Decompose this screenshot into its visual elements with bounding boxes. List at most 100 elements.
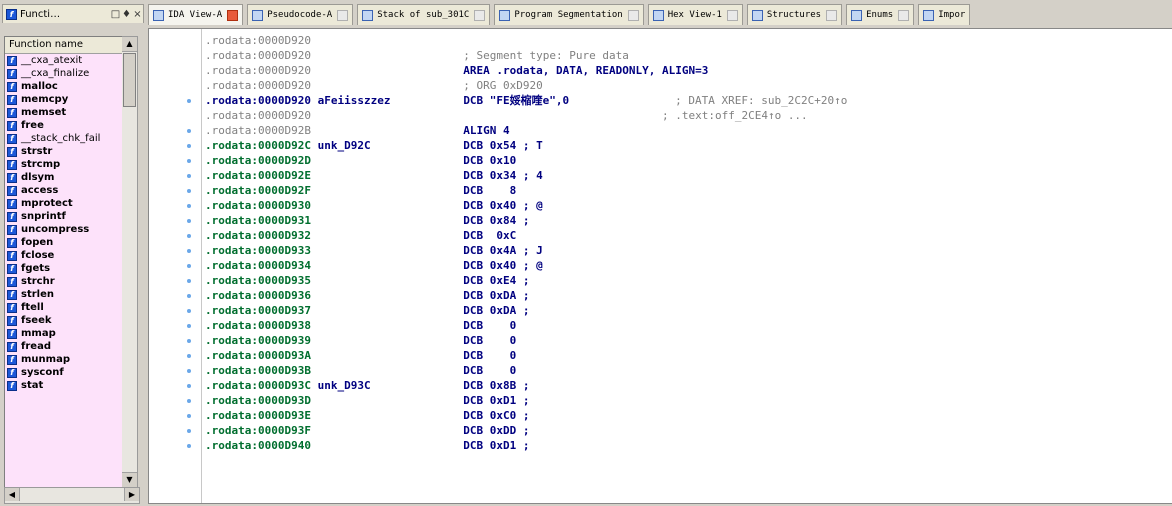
function-name: malloc bbox=[21, 81, 58, 92]
function-list-item[interactable]: f fread bbox=[5, 340, 123, 353]
function-list-item[interactable]: f stat bbox=[5, 379, 123, 392]
tab-close-icon[interactable] bbox=[337, 9, 349, 21]
function-list-item[interactable]: f snprintf bbox=[5, 210, 123, 223]
tab-hex-view-1[interactable]: Hex View-1 bbox=[647, 4, 743, 25]
function-list-item[interactable]: f mmap bbox=[5, 327, 123, 340]
ida-view-disassembly[interactable]: .rodata:0000D920 .rodata:0000D920 ; Segm… bbox=[148, 28, 1172, 504]
function-list-item[interactable]: f fclose bbox=[5, 249, 123, 262]
function-list-item[interactable]: f sysconf bbox=[5, 366, 123, 379]
function-icon: f bbox=[7, 146, 17, 157]
disasm-line[interactable]: .rodata:0000D939 DCB 0 bbox=[205, 333, 847, 348]
disasm-line[interactable]: .rodata:0000D936 DCB 0xDA ; bbox=[205, 288, 847, 303]
tab-close-icon[interactable] bbox=[826, 9, 838, 21]
xref-comment[interactable]: ; .text:off_2CE4↑o ... bbox=[662, 109, 808, 122]
tab-close-icon[interactable] bbox=[898, 9, 910, 21]
disasm-line[interactable]: .rodata:0000D932 DCB 0xC bbox=[205, 228, 847, 243]
tab-pseudocode-a[interactable]: Pseudocode-A bbox=[247, 4, 354, 25]
function-list-item[interactable]: f __stack_chk_fail bbox=[5, 132, 123, 145]
function-list-item[interactable]: f free bbox=[5, 119, 123, 132]
tab-program-segmentation[interactable]: Program Segmentation bbox=[494, 4, 644, 25]
address: .rodata:0000D920 bbox=[205, 49, 311, 62]
tab-structures[interactable]: Structures bbox=[746, 4, 843, 25]
instruction: AREA .rodata, DATA, READONLY, ALIGN=3 bbox=[463, 64, 709, 77]
tab-label: Structures bbox=[766, 10, 822, 20]
disasm-line[interactable]: .rodata:0000D940 DCB 0xD1 ; bbox=[205, 438, 847, 453]
disasm-line[interactable]: .rodata:0000D920 ; .text:off_2CE4↑o ... bbox=[205, 108, 847, 123]
label[interactable]: unk_D93C bbox=[318, 379, 371, 392]
function-list-item[interactable]: f __cxa_finalize bbox=[5, 67, 123, 80]
tab-close-icon[interactable] bbox=[474, 9, 486, 21]
function-list[interactable]: Function name f __cxa_atexit f __cxa_finali… bbox=[4, 36, 124, 488]
disasm-line[interactable]: .rodata:0000D920 AREA .rodata, DATA, REA… bbox=[205, 63, 847, 78]
function-list-item[interactable]: f access bbox=[5, 184, 123, 197]
xref-comment[interactable]: ; DATA XREF: sub_2C2C+20↑o bbox=[675, 94, 847, 107]
function-list-item[interactable]: f munmap bbox=[5, 353, 123, 366]
disasm-line[interactable]: .rodata:0000D930 DCB 0x40 ; @ bbox=[205, 198, 847, 213]
disasm-line[interactable]: .rodata:0000D92F DCB 8 bbox=[205, 183, 847, 198]
disasm-line[interactable]: .rodata:0000D92B ALIGN 4 bbox=[205, 123, 847, 138]
function-list-horizontal-scrollbar[interactable]: ◀ ▶ bbox=[4, 487, 140, 504]
label[interactable]: aFeiisszzez bbox=[318, 94, 391, 107]
function-list-item[interactable]: f strcmp bbox=[5, 158, 123, 171]
address: .rodata:0000D920 bbox=[205, 34, 311, 47]
address: .rodata:0000D92F bbox=[205, 184, 311, 197]
function-list-item[interactable]: f uncompress bbox=[5, 223, 123, 236]
function-list-item[interactable]: f fopen bbox=[5, 236, 123, 249]
scrollbar-thumb[interactable] bbox=[123, 53, 136, 107]
address: .rodata:0000D920 bbox=[205, 64, 311, 77]
function-list-item[interactable]: f memset bbox=[5, 106, 123, 119]
function-list-item[interactable]: f ftell bbox=[5, 301, 123, 314]
tab-stack-of-sub-301c[interactable]: Stack of sub_301C bbox=[357, 4, 491, 25]
function-list-item[interactable]: f strchr bbox=[5, 275, 123, 288]
tab-close-icon[interactable] bbox=[726, 9, 738, 21]
disasm-line[interactable]: .rodata:0000D938 DCB 0 bbox=[205, 318, 847, 333]
disasm-line[interactable]: .rodata:0000D920 ; ORG 0xD920 bbox=[205, 78, 847, 93]
tab-close-icon[interactable] bbox=[627, 9, 639, 21]
disasm-line[interactable]: .rodata:0000D93E DCB 0xC0 ; bbox=[205, 408, 847, 423]
disassembly-listing[interactable]: .rodata:0000D920 .rodata:0000D920 ; Segm… bbox=[205, 33, 847, 453]
function-list-vertical-scrollbar[interactable]: ▲ ▼ bbox=[122, 36, 138, 488]
instruction: DCB 0x84 ; bbox=[463, 214, 530, 227]
disasm-line[interactable]: .rodata:0000D93D DCB 0xD1 ; bbox=[205, 393, 847, 408]
tab-label: Hex View-1 bbox=[667, 10, 722, 20]
pin-icon[interactable]: ♦ bbox=[121, 9, 132, 20]
functions-window-tab[interactable]: f Functi… □ ♦ × bbox=[2, 4, 144, 23]
disasm-line[interactable]: .rodata:0000D933 DCB 0x4A ; J bbox=[205, 243, 847, 258]
disasm-line[interactable]: .rodata:0000D935 DCB 0xE4 ; bbox=[205, 273, 847, 288]
function-name: __stack_chk_fail bbox=[21, 133, 101, 144]
function-list-item[interactable]: f strstr bbox=[5, 145, 123, 158]
function-list-item[interactable]: f mprotect bbox=[5, 197, 123, 210]
disasm-line[interactable]: .rodata:0000D92E DCB 0x34 ; 4 bbox=[205, 168, 847, 183]
disasm-line[interactable]: .rodata:0000D92D DCB 0x10 bbox=[205, 153, 847, 168]
disasm-line[interactable]: .rodata:0000D93B DCB 0 bbox=[205, 363, 847, 378]
tab-ida-view-a[interactable]: IDA View-A bbox=[148, 4, 244, 25]
function-list-item[interactable]: f fseek bbox=[5, 314, 123, 327]
disasm-line[interactable]: .rodata:0000D937 DCB 0xDA ; bbox=[205, 303, 847, 318]
disasm-line[interactable]: .rodata:0000D93A DCB 0 bbox=[205, 348, 847, 363]
function-name-column-header[interactable]: Function name bbox=[5, 37, 123, 54]
function-list-item[interactable]: f strlen bbox=[5, 288, 123, 301]
disasm-line[interactable]: .rodata:0000D931 DCB 0x84 ; bbox=[205, 213, 847, 228]
tab-impor[interactable]: Impor bbox=[918, 4, 971, 25]
function-list-item[interactable]: f __cxa_atexit bbox=[5, 54, 123, 67]
function-list-item[interactable]: f dlsym bbox=[5, 171, 123, 184]
label[interactable]: unk_D92C bbox=[318, 139, 371, 152]
function-list-item[interactable]: f malloc bbox=[5, 80, 123, 93]
disasm-line[interactable]: .rodata:0000D92C unk_D92C DCB 0x54 ; T bbox=[205, 138, 847, 153]
scroll-down-icon[interactable]: ▼ bbox=[122, 472, 137, 487]
close-icon[interactable]: × bbox=[132, 9, 143, 20]
disasm-line[interactable]: .rodata:0000D920 ; Segment type: Pure da… bbox=[205, 48, 847, 63]
disasm-line[interactable]: .rodata:0000D920 aFeiisszzez DCB "FE娞樎喹e… bbox=[205, 93, 847, 108]
tab-close-icon[interactable] bbox=[227, 9, 239, 21]
function-list-item[interactable]: f fgets bbox=[5, 262, 123, 275]
scroll-right-icon[interactable]: ▶ bbox=[124, 488, 139, 501]
scroll-up-icon[interactable]: ▲ bbox=[122, 37, 137, 52]
disasm-line[interactable]: .rodata:0000D93F DCB 0xDD ; bbox=[205, 423, 847, 438]
disasm-line[interactable]: .rodata:0000D920 bbox=[205, 33, 847, 48]
disasm-line[interactable]: .rodata:0000D934 DCB 0x40 ; @ bbox=[205, 258, 847, 273]
tab-enums[interactable]: Enums bbox=[846, 4, 915, 25]
function-list-item[interactable]: f memcpy bbox=[5, 93, 123, 106]
restore-icon[interactable]: □ bbox=[110, 9, 121, 20]
disasm-line[interactable]: .rodata:0000D93C unk_D93C DCB 0x8B ; bbox=[205, 378, 847, 393]
scroll-left-icon[interactable]: ◀ bbox=[5, 488, 20, 501]
